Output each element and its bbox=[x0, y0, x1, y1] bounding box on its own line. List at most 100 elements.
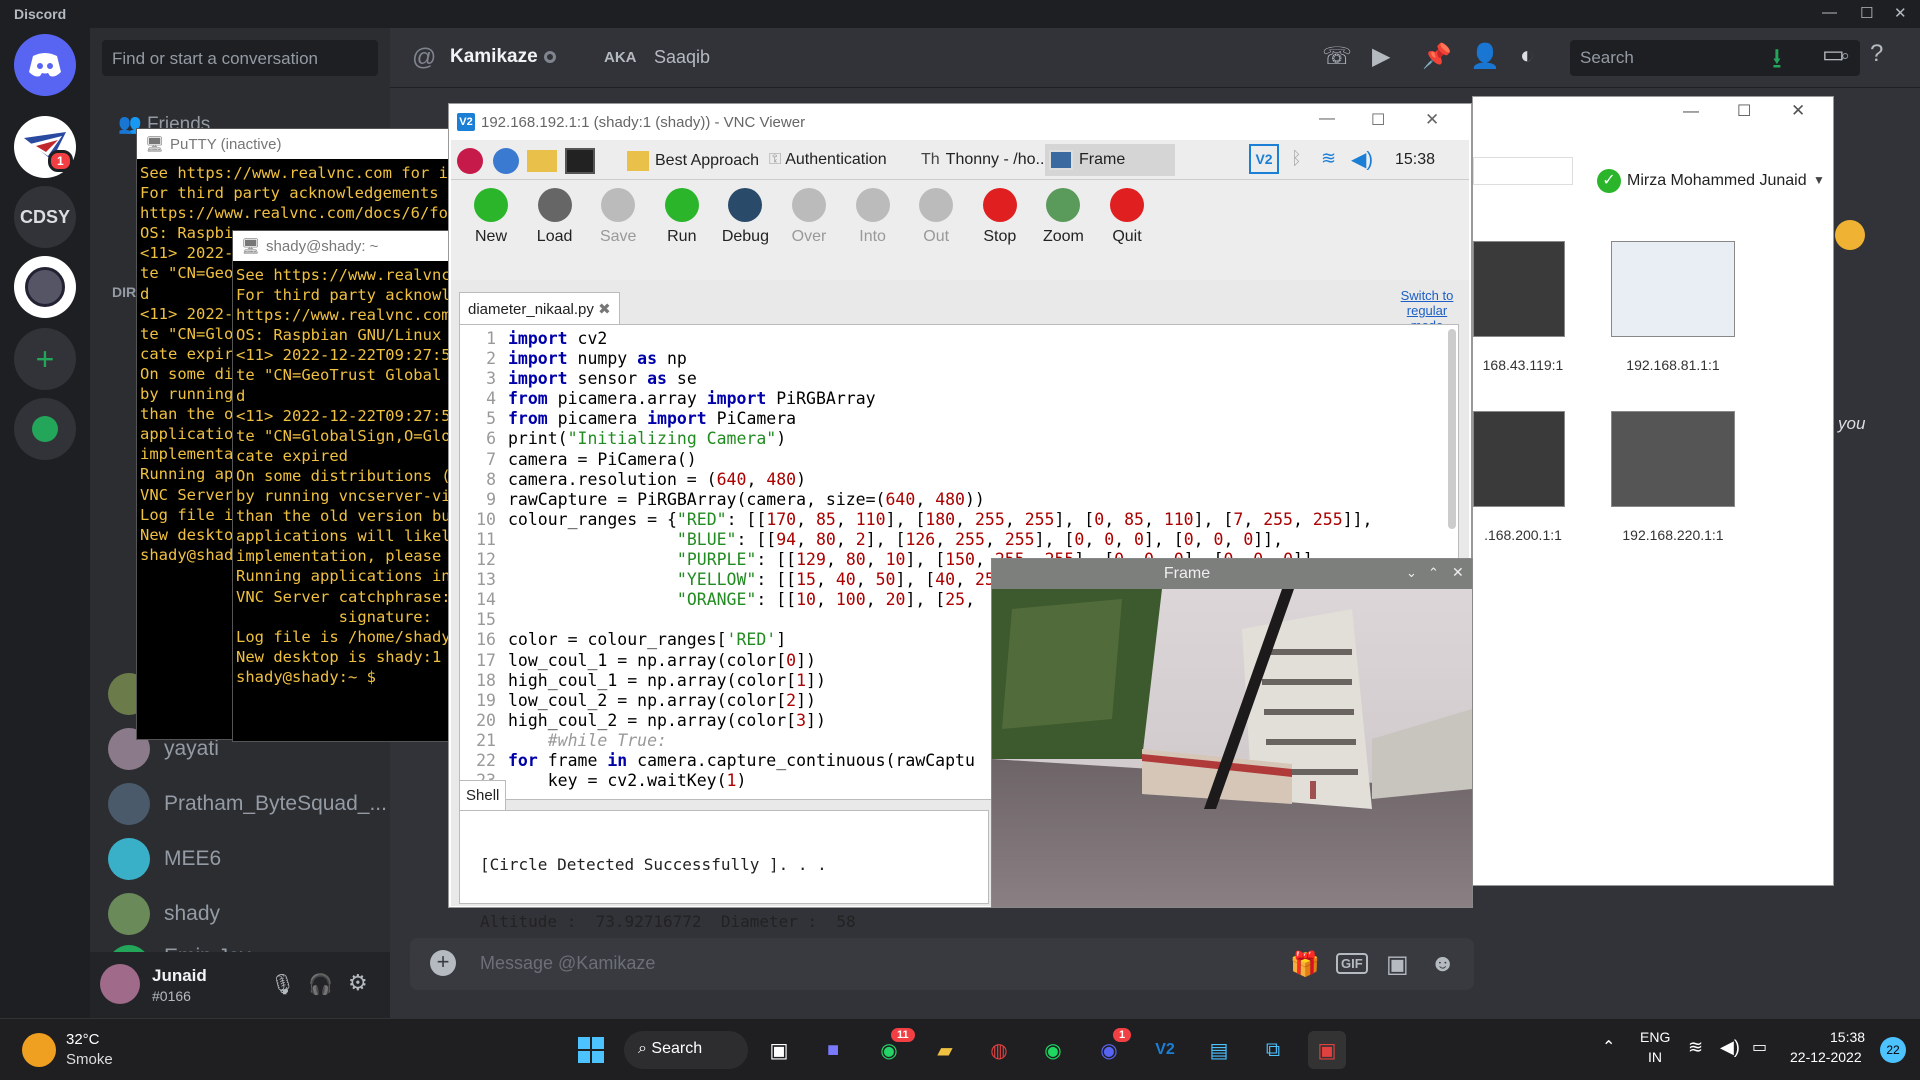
code-token: ) bbox=[796, 469, 807, 489]
lang-code[interactable]: ENG bbox=[1640, 1029, 1670, 1045]
taskbar-item[interactable]: ⚿ Authentication bbox=[769, 151, 887, 169]
toolbar-run-button[interactable]: Run bbox=[650, 188, 714, 246]
toolbar-over-button[interactable]: Over bbox=[777, 188, 841, 246]
dm-search-input[interactable]: Find or start a conversation bbox=[102, 40, 378, 76]
help-icon[interactable]: ? bbox=[1870, 40, 1883, 68]
toolbar-save-button[interactable]: Save bbox=[586, 188, 650, 246]
shell-panel[interactable]: [Circle Detected Successfully ]. . . Alt… bbox=[459, 810, 989, 931]
add-attachment-icon[interactable]: + bbox=[430, 950, 456, 976]
chevron-down-icon[interactable]: ⌄ bbox=[1406, 565, 1417, 581]
toolbar-out-button[interactable]: Out bbox=[904, 188, 968, 246]
chevron-up-icon[interactable]: ⌃ bbox=[1428, 565, 1439, 581]
call-icon[interactable]: ☏ bbox=[1322, 42, 1352, 71]
address-input[interactable] bbox=[1473, 157, 1573, 185]
add-friend-icon[interactable]: 👤 bbox=[1470, 42, 1500, 71]
close-icon[interactable]: ✕ bbox=[1425, 110, 1439, 130]
terminal-line: <11> 2022-12-22T09:27:52 bbox=[236, 346, 460, 365]
explore-icon[interactable] bbox=[14, 398, 76, 460]
putty-taskbar-icon[interactable]: ▣ bbox=[1308, 1031, 1346, 1069]
toolbar-into-button[interactable]: Into bbox=[841, 188, 905, 246]
chevron-up-icon[interactable]: ⌃ bbox=[1602, 1037, 1615, 1057]
notepad-icon[interactable]: ▤ bbox=[1200, 1031, 1238, 1069]
profile-icon[interactable]: ◐ bbox=[1520, 42, 1535, 70]
connection-thumbnail[interactable] bbox=[1473, 411, 1565, 507]
sticker-icon[interactable]: ▣ bbox=[1386, 950, 1409, 979]
connection-thumbnail[interactable] bbox=[1611, 241, 1735, 337]
header-search-input[interactable]: Search ⌕ bbox=[1570, 40, 1860, 76]
start-icon[interactable] bbox=[572, 1031, 610, 1069]
close-icon[interactable]: ✕ bbox=[1894, 4, 1907, 22]
signed-in-user[interactable]: Mirza Mohammed Junaid bbox=[1627, 172, 1807, 190]
code-token: ]) bbox=[796, 690, 816, 710]
notification-count[interactable]: 22 bbox=[1880, 1037, 1906, 1063]
toolbar-zoom-button[interactable]: Zoom bbox=[1031, 188, 1095, 246]
dm-item[interactable]: MEE6 bbox=[108, 835, 388, 883]
taskbar-item-active[interactable]: Frame bbox=[1045, 144, 1175, 176]
gif-button[interactable]: GIF bbox=[1336, 953, 1368, 974]
maximize-icon[interactable]: ☐ bbox=[1860, 4, 1873, 22]
putty-window[interactable]: 🖥 shady@shady: ~ See https://www.realvnc.… bbox=[232, 230, 482, 742]
volume-icon[interactable]: ◀) bbox=[1720, 1037, 1740, 1058]
vnc-taskbar-icon[interactable]: V2 bbox=[1146, 1031, 1184, 1069]
minimize-icon[interactable]: — bbox=[1822, 4, 1837, 21]
volume-icon[interactable]: ◀) bbox=[1351, 147, 1373, 172]
vnc-tray-icon[interactable]: V2 bbox=[1249, 144, 1279, 174]
headphones-icon[interactable]: 🎧 bbox=[308, 972, 333, 997]
connection-thumbnail[interactable] bbox=[1611, 411, 1735, 507]
discord-home-icon[interactable] bbox=[14, 34, 76, 96]
avatar[interactable] bbox=[100, 964, 140, 1004]
task-view-icon[interactable]: ▣ bbox=[760, 1031, 798, 1069]
toolbar-stop-button[interactable]: Stop bbox=[968, 188, 1032, 246]
minimize-icon[interactable]: — bbox=[1683, 103, 1699, 121]
inbox-icon[interactable]: ▭ bbox=[1822, 40, 1845, 69]
close-icon[interactable]: ✕ bbox=[1791, 101, 1805, 121]
server-avatar-icon[interactable] bbox=[14, 256, 76, 318]
add-server-icon[interactable]: + bbox=[14, 328, 76, 390]
server-cdsy[interactable]: CDSY bbox=[14, 186, 76, 248]
weather-icon[interactable] bbox=[22, 1033, 56, 1067]
browser-icon[interactable] bbox=[493, 148, 519, 174]
shell-tab[interactable]: Shell bbox=[459, 780, 507, 810]
emoji-icon[interactable]: ☻ bbox=[1430, 950, 1455, 978]
editor-scrollbar[interactable] bbox=[1448, 329, 1456, 529]
file-explorer-icon[interactable]: ▰ bbox=[926, 1031, 964, 1069]
network-app-icon[interactable]: ⧉ bbox=[1254, 1031, 1292, 1069]
teams-chat-icon[interactable]: ■ bbox=[814, 1031, 852, 1069]
battery-icon[interactable]: ▭ bbox=[1752, 1037, 1767, 1057]
toolbar-load-button[interactable]: Load bbox=[523, 188, 587, 246]
download-icon[interactable]: ⭳ bbox=[1772, 38, 1782, 86]
taskbar-search-button[interactable]: ⌕ Search bbox=[624, 1031, 748, 1069]
taskbar-item[interactable]: Best Approach bbox=[627, 151, 759, 171]
chevron-down-icon[interactable]: ▼ bbox=[1813, 173, 1825, 187]
gift-icon[interactable]: 🎁 bbox=[1290, 950, 1320, 979]
toolbar-new-button[interactable]: New bbox=[459, 188, 523, 246]
taskbar-item[interactable]: Th Thonny - /ho... bbox=[921, 151, 1049, 169]
spotify-icon[interactable]: ◉ bbox=[1034, 1031, 1072, 1069]
file-tab[interactable]: diameter_nikaal.py ✖ bbox=[459, 292, 620, 324]
mute-icon[interactable]: 🎙 bbox=[270, 972, 295, 997]
bluetooth-icon[interactable]: ᛒ bbox=[1291, 148, 1302, 169]
camera-frame-window[interactable]: Frame ⌄ ⌃ ✕ bbox=[991, 558, 1473, 908]
dm-item[interactable]: shady bbox=[108, 890, 388, 938]
minimize-icon[interactable]: — bbox=[1319, 110, 1335, 128]
clock-time[interactable]: 15:38 bbox=[1830, 1029, 1865, 1045]
terminal-icon[interactable] bbox=[565, 148, 595, 174]
toolbar-quit-button[interactable]: Quit bbox=[1095, 188, 1159, 246]
wifi-icon[interactable]: ≋ bbox=[1321, 148, 1336, 169]
video-icon[interactable]: ▶ bbox=[1372, 42, 1390, 71]
folder-icon[interactable] bbox=[527, 150, 557, 172]
settings-gear-icon[interactable]: ⚙ bbox=[348, 970, 368, 996]
close-tab-icon[interactable]: ✖ bbox=[598, 301, 611, 318]
connection-thumbnail[interactable] bbox=[1473, 241, 1565, 337]
chevron-down-icon[interactable] bbox=[1835, 220, 1865, 250]
chrome-icon[interactable]: ◍ bbox=[980, 1031, 1018, 1069]
wifi-icon[interactable]: ≋ bbox=[1688, 1037, 1703, 1058]
pin-icon[interactable]: 📌 bbox=[1422, 42, 1452, 71]
vnc-address-book[interactable]: — ☐ ✕ ✓ Mirza Mohammed Junaid ▼ 168.43.1… bbox=[1472, 96, 1834, 886]
dm-item[interactable]: Pratham_ByteSquad_... bbox=[108, 780, 388, 828]
maximize-icon[interactable]: ☐ bbox=[1737, 101, 1751, 121]
toolbar-debug-button[interactable]: Debug bbox=[713, 188, 777, 246]
close-icon[interactable]: ✕ bbox=[1452, 564, 1464, 581]
raspberry-menu-icon[interactable] bbox=[457, 148, 483, 174]
maximize-icon[interactable]: ☐ bbox=[1371, 110, 1385, 130]
